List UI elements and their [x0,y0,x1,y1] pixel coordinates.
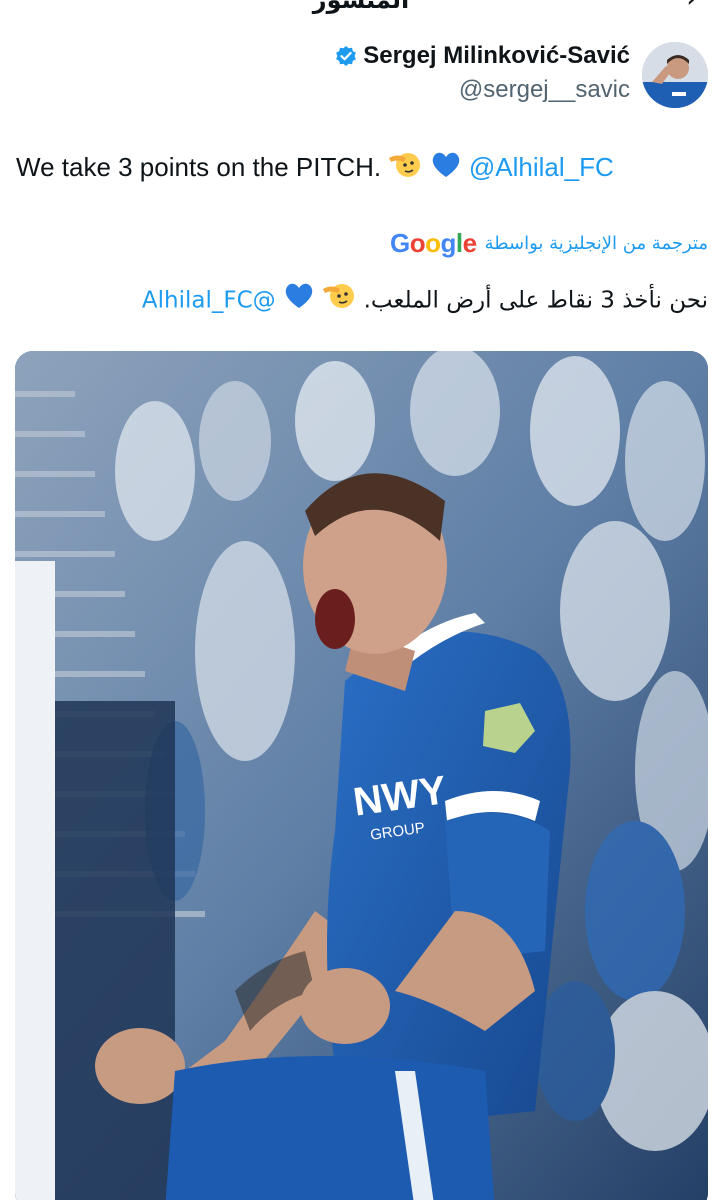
saluting-face-icon [322,280,356,322]
verified-badge-icon [335,45,357,67]
saluting-face-icon [388,149,422,189]
translation-label: مترجمة من الإنجليزية بواسطة [484,233,708,254]
translated-mention-link[interactable]: @Alhilal_FC [142,288,276,314]
translated-text: نحن نأخذ 3 نقاط على أرض الملعب. @Alhilal… [8,280,708,322]
avatar[interactable] [642,42,708,108]
back-button[interactable]: › [686,0,698,15]
tweet-text: We take 3 points on the PITCH. @Alhilal_… [16,148,716,189]
author-display-name[interactable]: Sergej Milinković-Savić [363,42,630,70]
tweet-author[interactable]: Sergej Milinković-Savić @sergej__savic [288,42,708,112]
tweet-photo[interactable]: NWY GROUP [15,351,708,1200]
page-title: المنشور [312,0,410,14]
translation-attribution[interactable]: Google مترجمة من الإنجليزية بواسطة [390,228,708,259]
mention-link[interactable]: @Alhilal_FC [469,152,614,182]
blue-heart-icon [430,149,462,189]
tweet-body: We take 3 points on the PITCH. [16,152,389,182]
top-bar: ··· المنشور › [0,0,722,22]
blue-heart-icon [283,280,315,322]
author-handle[interactable]: @sergej__savic [459,76,630,104]
translated-body: نحن نأخذ 3 نقاط على أرض الملعب. [363,287,708,314]
goal-post [15,561,55,1200]
google-logo: Google [390,228,477,258]
